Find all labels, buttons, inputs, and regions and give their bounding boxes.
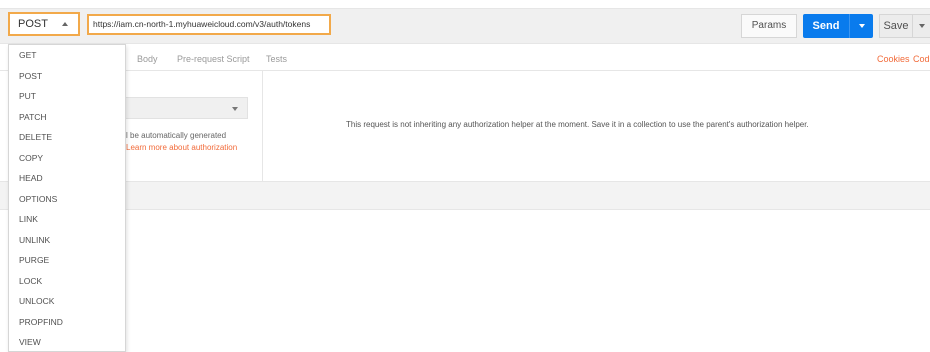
- method-select-value: POST: [18, 18, 48, 30]
- tab-tests[interactable]: Tests: [266, 54, 287, 64]
- method-option-get[interactable]: GET: [9, 45, 125, 66]
- auth-type-select[interactable]: [124, 97, 248, 119]
- caret-down-icon: [859, 24, 865, 28]
- method-option-copy[interactable]: COPY: [9, 148, 125, 169]
- method-option-options[interactable]: OPTIONS: [9, 189, 125, 210]
- auth-inherit-message: This request is not inheriting any autho…: [346, 120, 809, 129]
- method-select[interactable]: POST: [8, 12, 80, 36]
- url-input-extension[interactable]: [332, 14, 740, 35]
- method-option-post[interactable]: POST: [9, 66, 125, 87]
- caret-up-icon: [62, 22, 68, 26]
- method-option-link[interactable]: LINK: [9, 209, 125, 230]
- auth-learn-more-link[interactable]: Learn more about authorization: [126, 143, 237, 152]
- method-option-put[interactable]: PUT: [9, 86, 125, 107]
- caret-down-icon: [919, 24, 925, 28]
- save-button[interactable]: Save: [879, 14, 913, 38]
- code-link[interactable]: Cod: [913, 54, 930, 64]
- method-option-view[interactable]: VIEW: [9, 332, 125, 352]
- auth-help-text: l be automatically generated: [126, 131, 227, 140]
- method-option-propfind[interactable]: PROPFIND: [9, 312, 125, 333]
- method-option-lock[interactable]: LOCK: [9, 271, 125, 292]
- authorization-divider: [262, 71, 263, 182]
- method-option-head[interactable]: HEAD: [9, 168, 125, 189]
- method-dropdown: GET POST PUT PATCH DELETE COPY HEAD OPTI…: [8, 44, 126, 352]
- method-option-purge[interactable]: PURGE: [9, 250, 125, 271]
- tab-pre-request-script[interactable]: Pre-request Script: [177, 54, 250, 64]
- top-strip: [0, 0, 930, 8]
- method-option-patch[interactable]: PATCH: [9, 107, 125, 128]
- url-input[interactable]: https://iam.cn-north-1.myhuaweicloud.com…: [87, 14, 331, 35]
- save-options-button[interactable]: [913, 14, 930, 38]
- params-button[interactable]: Params: [741, 14, 797, 38]
- method-option-unlink[interactable]: UNLINK: [9, 230, 125, 251]
- caret-down-icon: [232, 107, 238, 111]
- send-options-button[interactable]: [849, 14, 873, 38]
- method-option-unlock[interactable]: UNLOCK: [9, 291, 125, 312]
- request-tabs: Body Pre-request Script Tests Cookies Co…: [0, 45, 930, 71]
- method-option-delete[interactable]: DELETE: [9, 127, 125, 148]
- tab-body[interactable]: Body: [137, 54, 158, 64]
- send-button[interactable]: Send: [803, 14, 849, 38]
- cookies-link[interactable]: Cookies: [877, 54, 910, 64]
- response-header-strip: [0, 182, 930, 210]
